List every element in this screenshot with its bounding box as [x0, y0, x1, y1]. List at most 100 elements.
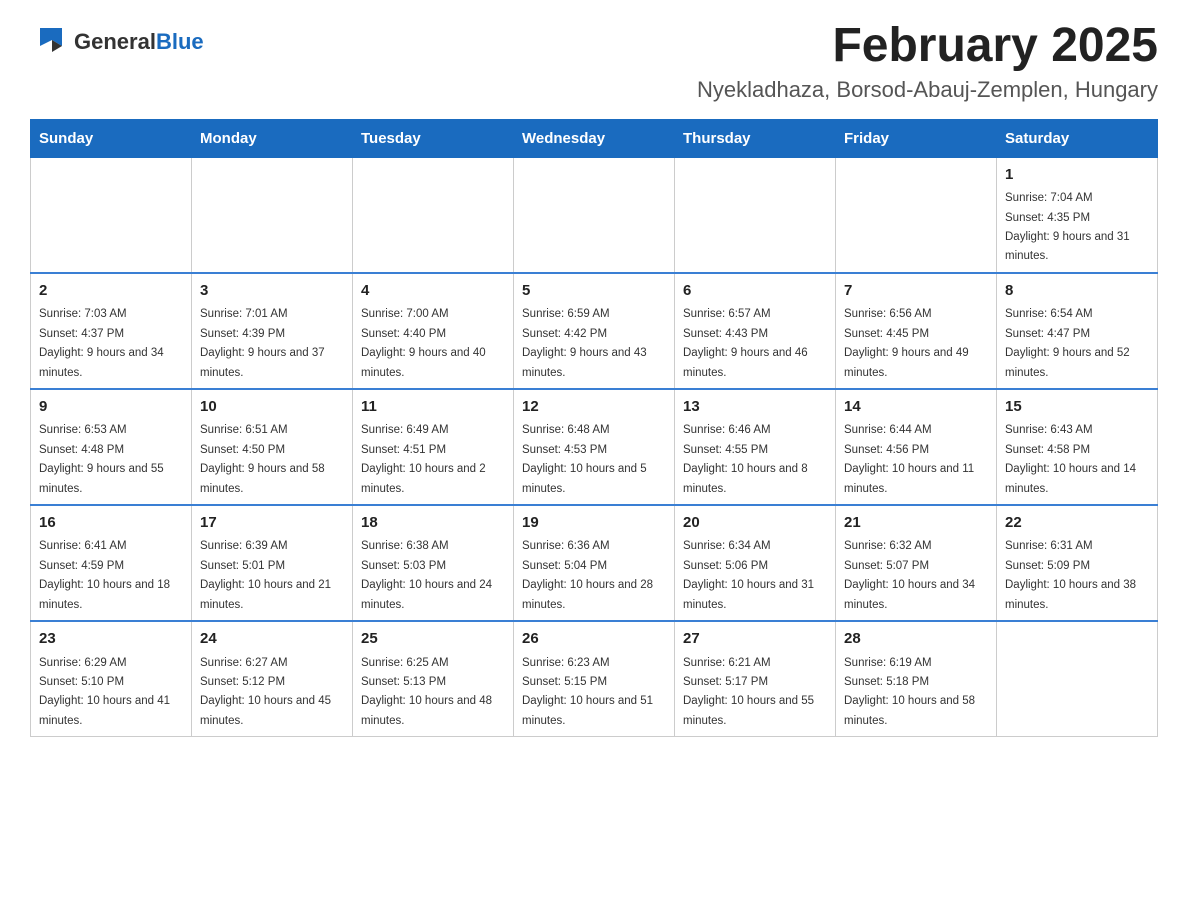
- calendar-cell: [514, 157, 675, 273]
- calendar-header: SundayMondayTuesdayWednesdayThursdayFrid…: [31, 119, 1158, 157]
- calendar-body: 1 Sunrise: 7:04 AMSunset: 4:35 PMDaylight…: [31, 157, 1158, 736]
- week-row-2: 2 Sunrise: 7:03 AMSunset: 4:37 PMDaylight…: [31, 273, 1158, 389]
- day-number: 14: [844, 396, 988, 419]
- day-info: Sunrise: 6:27 AMSunset: 5:12 PMDaylight:…: [200, 657, 331, 727]
- calendar-cell: 27Sunrise: 6:21 AMSunset: 5:17 PMDayligh…: [675, 621, 836, 737]
- day-number: 2: [39, 280, 183, 303]
- day-number: 25: [361, 628, 505, 651]
- calendar-table: SundayMondayTuesdayWednesdayThursdayFrid…: [30, 119, 1158, 737]
- day-number: 15: [1005, 396, 1149, 419]
- day-number: 3: [200, 280, 344, 303]
- calendar-cell: [997, 621, 1158, 737]
- day-info: Sunrise: 6:32 AMSunset: 5:07 PMDaylight:…: [844, 540, 975, 610]
- calendar-cell: 28 Sunrise: 6:19 AMSunset: 5:18 PMDayligh…: [836, 621, 997, 737]
- calendar-cell: 16 Sunrise: 6:41 AMSunset: 4:59 PMDayligh…: [31, 505, 192, 621]
- calendar-cell: 14 Sunrise: 6:44 AMSunset: 4:56 PMDayligh…: [836, 389, 997, 505]
- day-info: Sunrise: 6:59 AMSunset: 4:42 PMDaylight:…: [522, 308, 647, 378]
- day-header-saturday: Saturday: [997, 119, 1158, 157]
- calendar-cell: 17Sunrise: 6:39 AMSunset: 5:01 PMDayligh…: [192, 505, 353, 621]
- logo-icon: [30, 20, 74, 64]
- week-row-5: 23 Sunrise: 6:29 AMSunset: 5:10 PMDayligh…: [31, 621, 1158, 737]
- day-info: Sunrise: 6:46 AMSunset: 4:55 PMDaylight:…: [683, 424, 808, 494]
- calendar-cell: [192, 157, 353, 273]
- calendar-cell: 1 Sunrise: 7:04 AMSunset: 4:35 PMDaylight…: [997, 157, 1158, 273]
- logo-blue-text: Blue: [156, 29, 204, 54]
- day-number: 20: [683, 512, 827, 535]
- day-number: 23: [39, 628, 183, 651]
- day-number: 8: [1005, 280, 1149, 303]
- day-info: Sunrise: 6:36 AMSunset: 5:04 PMDaylight:…: [522, 540, 653, 610]
- week-row-1: 1 Sunrise: 7:04 AMSunset: 4:35 PMDaylight…: [31, 157, 1158, 273]
- day-info: Sunrise: 6:53 AMSunset: 4:48 PMDaylight:…: [39, 424, 164, 494]
- day-info: Sunrise: 6:57 AMSunset: 4:43 PMDaylight:…: [683, 308, 808, 378]
- day-info: Sunrise: 6:29 AMSunset: 5:10 PMDaylight:…: [39, 657, 170, 727]
- day-header-wednesday: Wednesday: [514, 119, 675, 157]
- calendar-cell: 5 Sunrise: 6:59 AMSunset: 4:42 PMDaylight…: [514, 273, 675, 389]
- calendar-cell: 26 Sunrise: 6:23 AMSunset: 5:15 PMDayligh…: [514, 621, 675, 737]
- calendar-cell: 18Sunrise: 6:38 AMSunset: 5:03 PMDayligh…: [353, 505, 514, 621]
- day-number: 17: [200, 512, 344, 535]
- calendar-cell: 11 Sunrise: 6:49 AMSunset: 4:51 PMDayligh…: [353, 389, 514, 505]
- day-info: Sunrise: 7:03 AMSunset: 4:37 PMDaylight:…: [39, 308, 164, 378]
- day-info: Sunrise: 6:48 AMSunset: 4:53 PMDaylight:…: [522, 424, 647, 494]
- day-info: Sunrise: 6:31 AMSunset: 5:09 PMDaylight:…: [1005, 540, 1136, 610]
- calendar-cell: [353, 157, 514, 273]
- day-header-sunday: Sunday: [31, 119, 192, 157]
- day-header-tuesday: Tuesday: [353, 119, 514, 157]
- day-number: 26: [522, 628, 666, 651]
- calendar-cell: [675, 157, 836, 273]
- day-number: 6: [683, 280, 827, 303]
- day-info: Sunrise: 6:49 AMSunset: 4:51 PMDaylight:…: [361, 424, 486, 494]
- week-row-4: 16 Sunrise: 6:41 AMSunset: 4:59 PMDayligh…: [31, 505, 1158, 621]
- calendar-cell: 19 Sunrise: 6:36 AMSunset: 5:04 PMDayligh…: [514, 505, 675, 621]
- day-number: 1: [1005, 164, 1149, 187]
- day-info: Sunrise: 7:04 AMSunset: 4:35 PMDaylight:…: [1005, 192, 1130, 262]
- calendar-cell: 22 Sunrise: 6:31 AMSunset: 5:09 PMDayligh…: [997, 505, 1158, 621]
- day-number: 19: [522, 512, 666, 535]
- calendar-cell: 4Sunrise: 7:00 AMSunset: 4:40 PMDaylight…: [353, 273, 514, 389]
- calendar-cell: 8 Sunrise: 6:54 AMSunset: 4:47 PMDaylight…: [997, 273, 1158, 389]
- day-info: Sunrise: 6:25 AMSunset: 5:13 PMDaylight:…: [361, 657, 492, 727]
- day-info: Sunrise: 6:51 AMSunset: 4:50 PMDaylight:…: [200, 424, 325, 494]
- calendar-cell: [836, 157, 997, 273]
- day-number: 10: [200, 396, 344, 419]
- calendar-cell: 7 Sunrise: 6:56 AMSunset: 4:45 PMDaylight…: [836, 273, 997, 389]
- day-info: Sunrise: 6:54 AMSunset: 4:47 PMDaylight:…: [1005, 308, 1130, 378]
- calendar-cell: [31, 157, 192, 273]
- day-info: Sunrise: 7:01 AMSunset: 4:39 PMDaylight:…: [200, 308, 325, 378]
- calendar-cell: 15Sunrise: 6:43 AMSunset: 4:58 PMDayligh…: [997, 389, 1158, 505]
- day-info: Sunrise: 6:56 AMSunset: 4:45 PMDaylight:…: [844, 308, 969, 378]
- calendar-cell: 10 Sunrise: 6:51 AMSunset: 4:50 PMDayligh…: [192, 389, 353, 505]
- month-title: February 2025: [697, 20, 1158, 73]
- day-header-friday: Friday: [836, 119, 997, 157]
- calendar-cell: 3 Sunrise: 7:01 AMSunset: 4:39 PMDaylight…: [192, 273, 353, 389]
- day-number: 5: [522, 280, 666, 303]
- page-header: GeneralBlue February 2025 Nyekladhaza, B…: [30, 20, 1158, 103]
- day-number: 7: [844, 280, 988, 303]
- logo-general-text: General: [74, 29, 156, 54]
- day-info: Sunrise: 6:23 AMSunset: 5:15 PMDaylight:…: [522, 657, 653, 727]
- day-number: 16: [39, 512, 183, 535]
- day-info: Sunrise: 6:44 AMSunset: 4:56 PMDaylight:…: [844, 424, 974, 494]
- day-number: 22: [1005, 512, 1149, 535]
- week-row-3: 9Sunrise: 6:53 AMSunset: 4:48 PMDaylight…: [31, 389, 1158, 505]
- day-number: 11: [361, 396, 505, 419]
- day-number: 13: [683, 396, 827, 419]
- location-subtitle: Nyekladhaza, Borsod-Abauj-Zemplen, Hunga…: [697, 77, 1158, 103]
- day-info: Sunrise: 6:41 AMSunset: 4:59 PMDaylight:…: [39, 540, 170, 610]
- calendar-cell: 12Sunrise: 6:48 AMSunset: 4:53 PMDayligh…: [514, 389, 675, 505]
- title-section: February 2025 Nyekladhaza, Borsod-Abauj-…: [697, 20, 1158, 103]
- day-number: 27: [683, 628, 827, 651]
- day-header-monday: Monday: [192, 119, 353, 157]
- day-info: Sunrise: 6:38 AMSunset: 5:03 PMDaylight:…: [361, 540, 492, 610]
- calendar-cell: 23 Sunrise: 6:29 AMSunset: 5:10 PMDayligh…: [31, 621, 192, 737]
- days-of-week-row: SundayMondayTuesdayWednesdayThursdayFrid…: [31, 119, 1158, 157]
- day-info: Sunrise: 7:00 AMSunset: 4:40 PMDaylight:…: [361, 308, 486, 378]
- calendar-cell: 24 Sunrise: 6:27 AMSunset: 5:12 PMDayligh…: [192, 621, 353, 737]
- day-number: 28: [844, 628, 988, 651]
- day-info: Sunrise: 6:19 AMSunset: 5:18 PMDaylight:…: [844, 657, 975, 727]
- calendar-cell: 6 Sunrise: 6:57 AMSunset: 4:43 PMDaylight…: [675, 273, 836, 389]
- calendar-cell: 20Sunrise: 6:34 AMSunset: 5:06 PMDayligh…: [675, 505, 836, 621]
- day-number: 24: [200, 628, 344, 651]
- calendar-cell: 21Sunrise: 6:32 AMSunset: 5:07 PMDayligh…: [836, 505, 997, 621]
